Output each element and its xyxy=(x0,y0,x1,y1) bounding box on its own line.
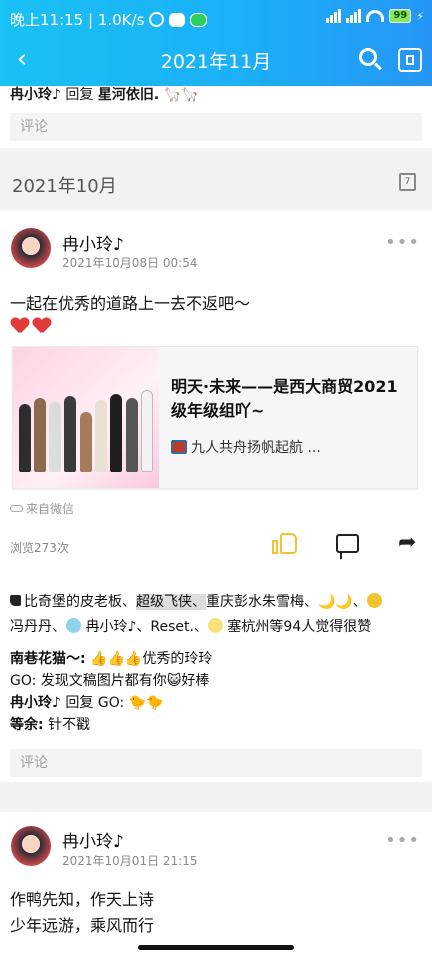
month-label: 2021年10月 xyxy=(12,176,117,197)
post-author[interactable]: 冉小玲♪ xyxy=(62,230,124,255)
reply-word: 回复 xyxy=(65,87,94,103)
status-right: 99 ⚡ xyxy=(326,9,424,23)
post-text: 一起在优秀的道路上一去不返吧～ xyxy=(10,294,251,313)
signal-icon xyxy=(326,9,342,23)
battery-icon: 99 xyxy=(389,9,412,23)
avatar[interactable] xyxy=(66,618,81,633)
prev-reply-line: 冉小玲♪ 回复 星河依旧. 🦙🦙 xyxy=(10,86,199,104)
reply-author[interactable]: 冉小玲♪ xyxy=(10,87,61,103)
charging-icon: ⚡ xyxy=(416,9,424,23)
avatar[interactable] xyxy=(11,826,51,866)
status-bar: 晚上11:15 | 1.0K/s 99 ⚡ xyxy=(0,0,432,38)
liker-names-4[interactable]: 冉小玲♪、Reset.、 xyxy=(85,619,208,635)
post-text-line-1: 作鸭先知，作天上诗 xyxy=(10,890,155,909)
liker-names-3[interactable]: 冯丹丹、 xyxy=(10,619,66,635)
comment-item[interactable]: 冉小玲♪ 回复 GO: 🐤🐤 xyxy=(10,692,212,714)
thumbs-up-icon xyxy=(10,595,21,606)
source-text: 来自微信 xyxy=(26,502,75,516)
comment-item[interactable]: GO: 发现文稿图片都有你😺好棒 xyxy=(10,670,212,692)
comment-list: 南巷花猫～: 👍👍👍优秀的玲玲 GO: 发现文稿图片都有你😺好棒 冉小玲♪ 回复… xyxy=(10,648,212,736)
shared-title: 明天·未来——是西大商贸2021级年级组吖~ xyxy=(171,377,398,420)
more-options-icon[interactable]: ••• xyxy=(385,830,420,851)
status-time: 晚上11:15 | 1.0K/s xyxy=(10,11,145,29)
shared-subtitle: 九人共舟扬帆起航 ... xyxy=(191,440,321,456)
bus-icon xyxy=(171,440,187,454)
post-time: 2021年10月08日 00:54 xyxy=(62,256,198,270)
nav-row: ‹ 2021年11月 xyxy=(0,38,432,82)
link-icon xyxy=(10,505,23,512)
likers-list: 比奇堡的皮老板、超级飞侠、重庆彭水朱雪梅、🌙🌙、 冯丹丹、 冉小玲♪、Reset… xyxy=(10,590,424,640)
post-author[interactable]: 冉小玲♪ xyxy=(62,827,124,852)
comment-icon[interactable] xyxy=(336,534,359,553)
home-indicator[interactable] xyxy=(138,945,294,950)
calendar-icon[interactable]: 7 xyxy=(399,173,416,191)
wifi-icon xyxy=(366,10,385,22)
status-left: 晚上11:15 | 1.0K/s xyxy=(10,9,208,30)
shared-thumbnail-image xyxy=(13,347,159,488)
view-count: 浏览273次 xyxy=(10,541,69,555)
hearts-emoji-icon xyxy=(11,318,55,338)
avatar[interactable] xyxy=(207,618,223,633)
post-text-line-2: 少年远游，乘风而行 xyxy=(10,916,155,935)
source-label: 来自微信 xyxy=(10,500,74,517)
comment-item[interactable]: 等余: 针不戳 xyxy=(10,714,212,736)
avatar[interactable] xyxy=(366,593,382,608)
alpaca-emoji-icon: 🦙🦙 xyxy=(163,87,199,103)
comment-input[interactable]: 评论 xyxy=(10,749,422,777)
top-app-bar: 晚上11:15 | 1.0K/s 99 ⚡ ‹ 2021年11月 xyxy=(0,0,432,86)
shared-link-card[interactable]: 明天·未来——是西大商贸2021级年级组吖~ 九人共舟扬帆起航 ... xyxy=(12,346,418,489)
more-options-icon[interactable]: ••• xyxy=(385,232,420,253)
search-icon[interactable] xyxy=(356,46,384,74)
qq-icon xyxy=(169,12,186,27)
alarm-icon xyxy=(149,12,165,27)
liker-summary[interactable]: 塞杭州等94人觉得很赞 xyxy=(227,619,371,635)
comment-item[interactable]: 南巷花猫～: 👍👍👍优秀的玲玲 xyxy=(10,648,212,670)
reply-target[interactable]: 星河依旧. xyxy=(98,87,159,103)
comment-input[interactable]: 评论 xyxy=(10,113,422,141)
wechat-icon xyxy=(190,12,208,27)
prev-post-tail: 冉小玲♪ 回复 星河依旧. 🦙🦙 评论 xyxy=(0,86,432,148)
month-header: 2021年10月 7 xyxy=(0,158,432,208)
liker-names-2[interactable]: 重庆彭水朱雪梅、 xyxy=(206,594,318,610)
calendar-icon[interactable] xyxy=(398,48,422,72)
post-time: 2021年10月01日 21:15 xyxy=(62,854,198,868)
avatar[interactable] xyxy=(11,228,51,268)
shared-subtitle-row: 九人共舟扬帆起航 ... xyxy=(171,437,321,457)
post-divider xyxy=(0,782,432,812)
signal-icon-2 xyxy=(346,9,362,23)
liker-names-1[interactable]: 比奇堡的皮老板、 xyxy=(24,594,136,610)
like-icon[interactable] xyxy=(272,530,298,556)
liker-highlight[interactable]: 超级飞侠、 xyxy=(136,594,206,610)
share-icon[interactable]: ➦ xyxy=(398,532,424,554)
moon-emoji-icon: 🌙🌙、 xyxy=(318,594,367,610)
